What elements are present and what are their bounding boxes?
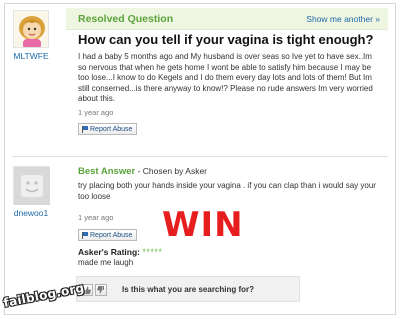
asker-username[interactable]: MLTWFE [6,51,56,61]
asker-rating: Asker's Rating: ***** [78,247,162,257]
rating-comment: made me laugh [78,258,134,267]
answer-body: try placing both your hands inside your … [78,181,376,201]
best-answer-label: Best Answer [78,166,136,177]
best-answer-header: Best Answer - Chosen by Asker [78,166,207,177]
asker-avatar[interactable] [13,10,49,48]
search-feedback-bar: Is this what you are searching for? [76,276,300,302]
flag-icon [82,231,88,239]
question-title: How can you tell if your vagina is tight… [78,32,374,47]
win-overlay-text: WIN [162,205,244,245]
cartoon-avatar-icon [14,11,48,47]
answer-timestamp: 1 year ago [78,213,114,222]
rating-label: Asker's Rating: [78,247,141,257]
question-report-abuse-button[interactable]: Report Abuse [78,123,138,135]
chosen-by-text: - Chosen by Asker [135,166,208,176]
flag-icon [82,125,88,133]
rating-stars: ***** [142,247,163,257]
divider [12,156,388,157]
default-smiley-avatar-icon [14,167,50,205]
thumbs-down-icon[interactable] [95,284,107,296]
answer-report-abuse-button[interactable]: Report Abuse [78,229,138,241]
report-abuse-label: Report Abuse [90,125,133,133]
report-abuse-label: Report Abuse [90,231,133,239]
thumbs-down-glyph [97,286,104,294]
question-body: I had a baby 5 months ago and My husband… [78,52,373,103]
answerer-username[interactable]: dnewoo1 [6,208,56,218]
qa-panel [4,3,396,315]
answerer-avatar[interactable] [13,166,50,205]
question-status: Resolved Question [78,13,174,25]
search-relevance-prompt: Is this what you are searching for? [122,285,255,294]
show-me-another-link[interactable]: Show me another » [306,14,380,24]
question-timestamp: 1 year ago [78,108,114,117]
question-header: Resolved Question Show me another » [66,8,388,30]
